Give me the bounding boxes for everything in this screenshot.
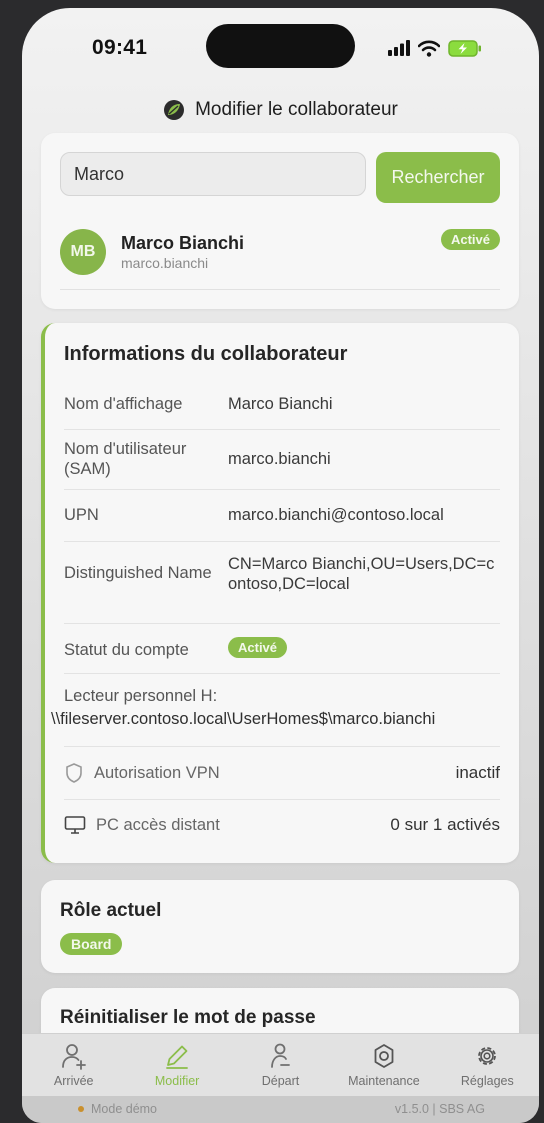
monitor-icon <box>64 816 86 834</box>
row-label: Statut du compte <box>64 641 189 659</box>
signal-icon <box>388 40 410 56</box>
shield-icon <box>66 763 82 783</box>
tab-label: Réglages <box>460 1074 514 1088</box>
tab-bar: Arrivée Modifier Départ Maintenance Régl… <box>22 1033 539 1097</box>
row-value: marco.bianchi@contoso.local <box>228 506 444 524</box>
status-dot-icon <box>78 1106 84 1112</box>
status-bar: 09:41 <box>22 8 539 83</box>
battery-charging-icon <box>448 39 481 57</box>
row-label: Nom d'affichage <box>64 395 183 413</box>
result-name: Marco Bianchi <box>121 233 245 253</box>
info-row-username: Nom d'utilisateur (SAM) marco.bianchi <box>64 429 500 490</box>
tab-label: Modifier <box>154 1074 200 1088</box>
info-row-distinguished-name: Distinguished Name CN=Marco Bianchi,OU=U… <box>64 541 500 624</box>
tab-label: Arrivée <box>53 1074 94 1088</box>
info-row-account-status: Statut du compte Activé <box>64 623 500 674</box>
cog-icon <box>478 1047 497 1065</box>
wifi-icon <box>418 40 440 57</box>
pencil-icon <box>166 1045 189 1069</box>
footer-bar: Mode démo v1.5.0 | SBS AG <box>22 1096 539 1123</box>
role-badge: Board <box>60 933 123 955</box>
row-label: UPN <box>64 506 99 524</box>
tab-arrivee[interactable]: Arrivée <box>22 1034 125 1097</box>
status-badge: Activé <box>228 637 288 658</box>
vpn-label: Autorisation VPN <box>94 763 220 782</box>
page-header: Modifier le collaborateur <box>22 90 539 130</box>
tab-reglages[interactable]: Réglages <box>436 1034 539 1097</box>
tab-label: Départ <box>261 1074 300 1088</box>
page-title: Modifier le collaborateur <box>195 99 398 120</box>
tab-maintenance[interactable]: Maintenance <box>332 1034 435 1097</box>
result-username: marco.bianchi <box>121 255 209 271</box>
search-card: Rechercher MB Marco Bianchi marco.bianch… <box>41 133 519 309</box>
row-value: Marco Bianchi <box>228 395 333 413</box>
avatar: MB <box>60 229 106 275</box>
version-label: v1.5.0 | SBS AG <box>394 1102 485 1116</box>
home-drive-path: \\fileserver.contoso.local\UserHomes$\ma… <box>51 710 436 728</box>
info-row-upn: UPN marco.bianchi@contoso.local <box>64 489 500 542</box>
clock: 09:41 <box>92 36 148 59</box>
remote-pc-label: PC accès distant <box>96 815 220 834</box>
section-title: Rôle actuel <box>60 900 162 921</box>
tab-label: Maintenance <box>348 1074 420 1088</box>
home-drive-label: Lecteur personnel H: <box>64 687 218 705</box>
user-minus-icon <box>270 1043 290 1068</box>
row-label: Distinguished Name <box>64 564 212 582</box>
vpn-value: inactif <box>455 763 500 782</box>
section-title: Informations du collaborateur <box>64 343 348 365</box>
info-row-display-name: Nom d'affichage Marco Bianchi <box>64 381 500 430</box>
vpn-row: Autorisation VPN inactif <box>64 747 500 800</box>
status-badge: Activé <box>440 229 500 250</box>
section-title: Réinitialiser le mot de passe <box>60 1007 316 1028</box>
tab-depart[interactable]: Départ <box>229 1034 332 1097</box>
phone-screen: 09:41 Modifier le collaborateur Marco Re… <box>22 8 539 1123</box>
row-value: CN=Marco Bianchi,OU=Users,DC=contoso,DC=… <box>228 555 495 593</box>
dynamic-island <box>206 24 355 68</box>
row-value: marco.bianchi <box>228 450 331 468</box>
demo-mode-indicator: Mode démo <box>78 1102 157 1116</box>
employee-info-card: Informations du collaborateur Nom d'affi… <box>41 323 519 863</box>
tab-modifier[interactable]: Modifier <box>125 1034 228 1097</box>
gear-icon <box>374 1044 394 1068</box>
current-role-card: Rôle actuel Board <box>41 880 519 973</box>
demo-mode-label: Mode démo <box>91 1102 158 1116</box>
remote-pc-value: 0 sur 1 activés <box>390 815 500 834</box>
search-input[interactable] <box>60 152 366 196</box>
status-icons <box>388 38 482 58</box>
user-plus-icon <box>61 1044 86 1070</box>
search-result-item[interactable]: MB Marco Bianchi marco.bianchi Activé <box>60 219 500 290</box>
row-label: Nom d'utilisateur (SAM) <box>64 440 187 478</box>
search-button[interactable]: Rechercher <box>376 152 500 203</box>
remote-pc-row: PC accès distant 0 sur 1 activés <box>64 800 500 850</box>
app-logo-icon <box>164 100 185 120</box>
